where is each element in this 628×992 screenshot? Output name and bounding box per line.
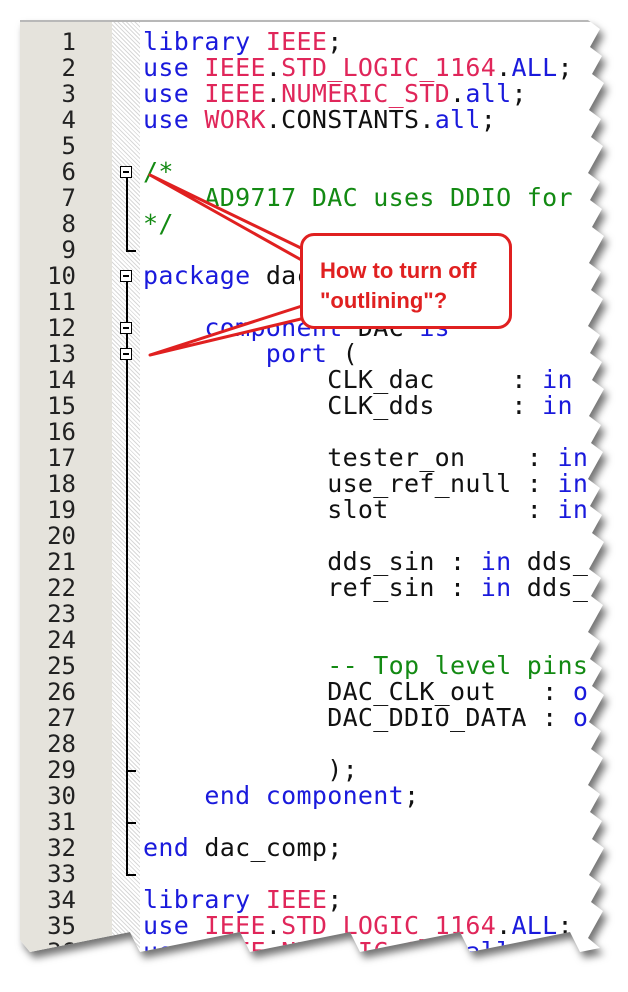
pointer-to-port-fold [148,303,307,357]
callout-text-line2: "outlining"? [320,288,448,313]
callout-pointers [148,173,307,357]
pointer-to-comment-fold [148,173,307,264]
callout-text-line1: How to turn off [320,258,477,283]
annotation-callout: How to turn off "outlining"? [300,233,512,329]
